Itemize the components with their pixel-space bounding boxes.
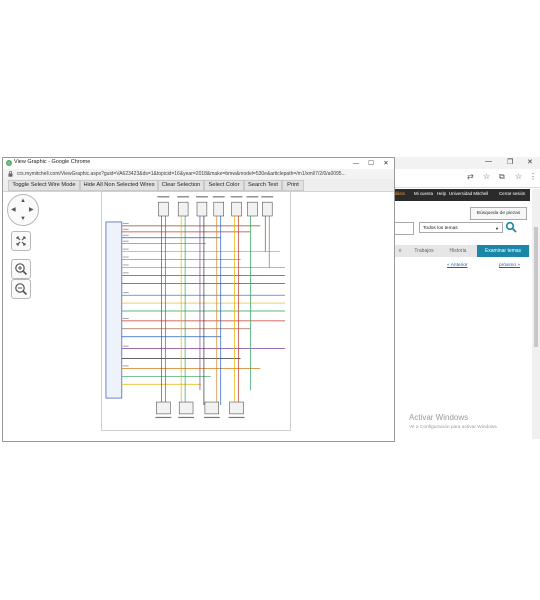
star-icon[interactable]: ☆ (483, 172, 490, 181)
nav-item-mitchell-university[interactable]: Universidad Mitchell (449, 191, 488, 196)
tab-history[interactable]: Historia (443, 245, 473, 257)
zoom-out-icon (15, 283, 28, 296)
chrome-icon (6, 160, 12, 166)
topic-select-value: Todos los temas (423, 226, 458, 231)
search-text-button[interactable]: Search Text (244, 180, 282, 191)
background-titlebar: — ❐ ✕ (395, 157, 540, 169)
topic-select[interactable]: Todos los temas ▼ (419, 222, 503, 233)
search-icon[interactable] (505, 221, 517, 233)
previous-link[interactable]: « Anterior (447, 263, 468, 268)
popup-titlebar: View Graphic - Google Chrome — ☐ ✕ (3, 158, 394, 169)
print-button[interactable]: Print (282, 180, 304, 191)
maximize-icon[interactable]: ❐ (507, 158, 513, 166)
tab-partial[interactable]: o (395, 245, 405, 257)
view-graphic-popup: View Graphic - Google Chrome — ☐ ✕ crs.m… (2, 157, 395, 442)
toggle-select-wire-mode-button[interactable]: Toggle Select Wire Mode (8, 180, 80, 191)
zoom-in-icon (15, 263, 28, 276)
maximize-icon[interactable]: ☐ (364, 158, 378, 169)
tab-bar: o Trabajos Historia Examinar temas (395, 245, 530, 257)
url-text: crs.mymitchell.com/ViewGraphic.aspx?guid… (17, 170, 346, 177)
top-navigation-bar: álisis Mi cuenta Help Universidad Mitche… (395, 189, 530, 201)
pan-right-icon[interactable]: ▶ (29, 207, 34, 213)
minimize-icon[interactable]: — (485, 158, 492, 165)
pan-left-icon[interactable]: ◀ (11, 207, 16, 213)
nav-item-my-account[interactable]: Mi cuenta (414, 191, 433, 196)
parts-search-button[interactable]: Búsqueda de piezas (470, 207, 527, 220)
lock-icon (8, 171, 13, 177)
address-bar[interactable]: crs.mymitchell.com/ViewGraphic.aspx?guid… (3, 169, 394, 179)
popup-title: View Graphic - Google Chrome (14, 159, 91, 165)
translate-icon[interactable]: ⇄ (467, 172, 474, 181)
next-link[interactable]: próximo » (499, 263, 520, 268)
fit-screen-icon (16, 236, 26, 246)
hide-all-non-selected-wires-button[interactable]: Hide All Non Selected Wires (80, 180, 158, 191)
nav-item-help[interactable]: Help (437, 191, 446, 196)
close-icon[interactable]: ✕ (527, 158, 533, 166)
chevron-down-icon: ▼ (495, 226, 499, 231)
zoom-out-button[interactable] (11, 279, 31, 299)
extension-icon[interactable]: ⧉ (499, 172, 505, 182)
bookmark-star-icon[interactable]: ☆ (515, 172, 522, 181)
nav-item-analysis[interactable]: álisis (395, 191, 405, 196)
wiring-diagram-graphic (105, 196, 286, 419)
background-browser-window: — ❐ ✕ ⇄ ☆ ⧉ ☆ ⋮ álisis Mi cuenta Help Un… (395, 157, 540, 442)
tab-browse-topics[interactable]: Examinar temas (477, 245, 529, 257)
wiring-diagram[interactable] (101, 191, 291, 431)
activate-windows-subtitle: Ve a Configuración para activar Windows. (409, 425, 499, 430)
zoom-in-button[interactable] (11, 259, 31, 279)
pan-up-icon[interactable]: ▲ (20, 198, 26, 204)
activate-windows-title: Activar Windows (409, 413, 469, 422)
fit-to-screen-button[interactable] (11, 231, 31, 251)
scrollbar[interactable] (532, 189, 540, 439)
minimize-icon[interactable]: — (349, 158, 363, 169)
nav-item-logout[interactable]: Cerrar sesión (499, 191, 525, 196)
close-icon[interactable]: ✕ (379, 158, 393, 169)
menu-dots-icon[interactable]: ⋮ (529, 172, 537, 181)
pan-control[interactable]: ▲ ▼ ◀ ▶ (7, 194, 39, 226)
search-input[interactable] (395, 222, 414, 235)
select-color-button[interactable]: Select Color (204, 180, 244, 191)
scrollbar-thumb[interactable] (534, 227, 538, 347)
tab-jobs[interactable]: Trabajos (409, 245, 439, 257)
pan-down-icon[interactable]: ▼ (20, 216, 26, 222)
background-browser-toolbar: ⇄ ☆ ⧉ ☆ ⋮ (395, 169, 540, 188)
clear-selection-button[interactable]: Clear Selection (158, 180, 204, 191)
